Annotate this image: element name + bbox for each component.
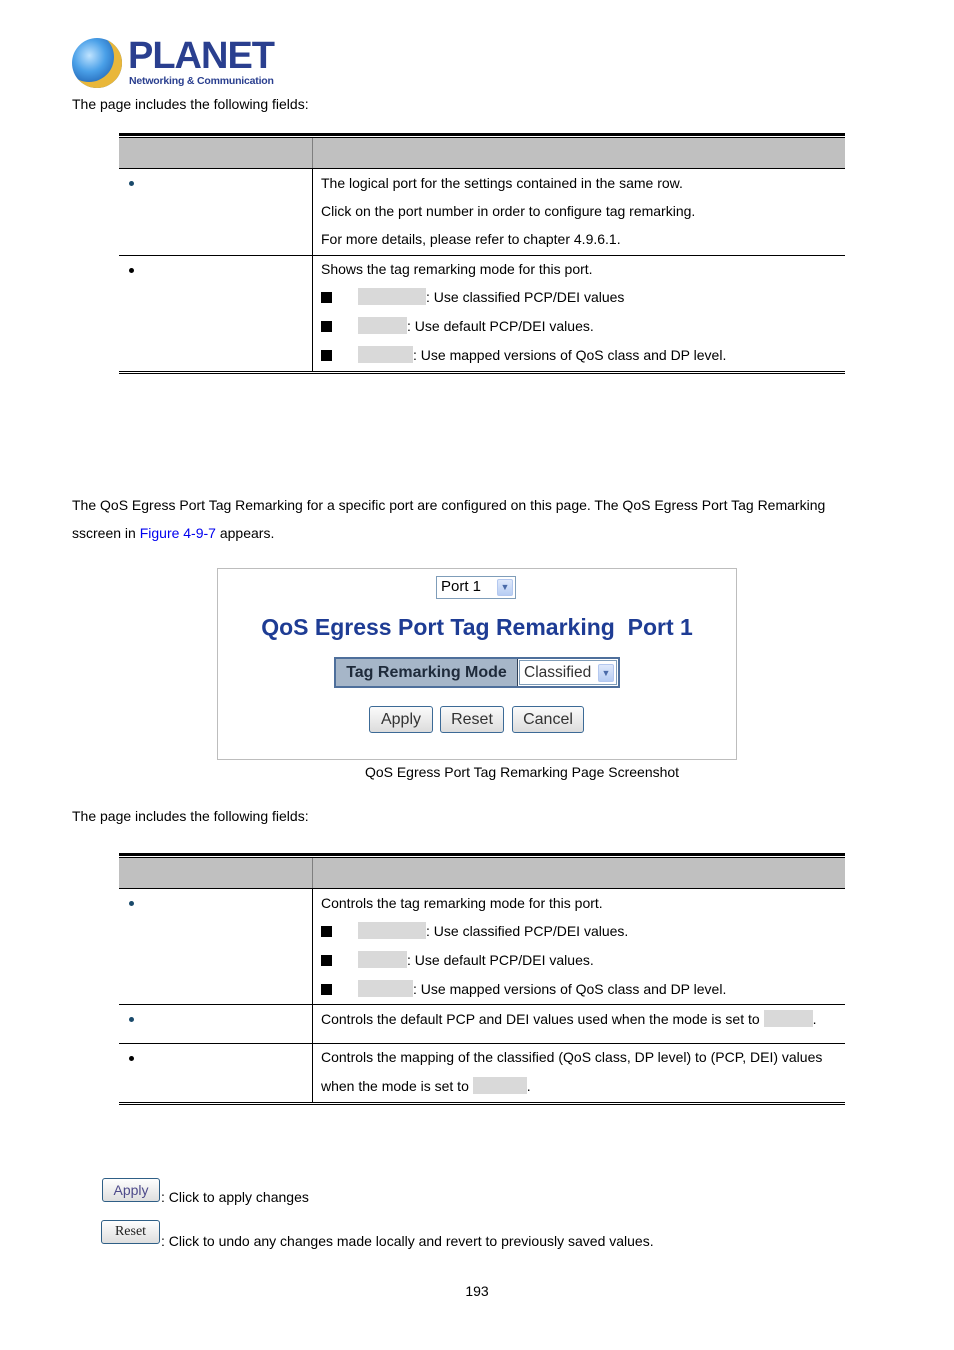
cancel-button[interactable]: Cancel (512, 706, 584, 733)
header-object (119, 138, 313, 168)
header-object (119, 858, 313, 888)
port-select[interactable]: Port 1 ▼ (436, 576, 516, 599)
option-name (358, 951, 407, 968)
desc-text: Controls the default PCP and DEI values … (321, 1011, 764, 1027)
square-bullet-icon (321, 926, 332, 937)
reset-button-sample[interactable]: Reset (101, 1220, 160, 1244)
tag-remarking-mode-row: Tag Remarking Mode Classified ▼ (334, 657, 620, 688)
square-bullet-icon (321, 955, 332, 966)
table-row: The logical port for the settings contai… (119, 168, 845, 255)
mode-select-value: Classified (524, 664, 592, 681)
description-text: sscreen in (72, 525, 140, 541)
square-bullet-icon (321, 984, 332, 995)
bullet-icon (129, 901, 134, 906)
bullet-icon (129, 1056, 134, 1061)
option-desc: : Use classified PCP/DEI values (426, 289, 625, 305)
tag-remarking-mode-label: Tag Remarking Mode (336, 659, 518, 686)
table-header (119, 857, 845, 888)
mode-name-placeholder (472, 1077, 527, 1094)
apply-help-text: : Click to apply changes (161, 1189, 309, 1205)
figure-link[interactable]: Figure 4-9-7 (140, 525, 216, 541)
fields-table-1: The logical port for the settings contai… (119, 133, 845, 375)
option-desc: : Use mapped versions of QoS class and D… (413, 347, 727, 363)
table-row: Controls the mapping of the classified (… (119, 1043, 845, 1102)
desc-line: The logical port for the settings contai… (321, 175, 683, 191)
reset-button[interactable]: Reset (440, 706, 504, 733)
description-line-1: The QoS Egress Port Tag Remarking for a … (72, 497, 826, 513)
option-name (358, 922, 426, 939)
apply-button[interactable]: Apply (369, 706, 433, 733)
desc-text: when the mode is set to (321, 1078, 473, 1094)
globe-icon (72, 38, 122, 88)
square-bullet-icon (321, 350, 332, 361)
desc-line: Controls the tag remarking mode for this… (321, 895, 603, 911)
chevron-down-icon[interactable]: ▼ (598, 664, 614, 682)
apply-button-sample[interactable]: Apply (102, 1178, 160, 1202)
bullet-icon (129, 1017, 134, 1022)
table-row: Controls the default PCP and DEI values … (119, 1004, 845, 1043)
tag-remarking-mode-select[interactable]: Classified ▼ (519, 660, 617, 685)
planet-logo: PLANET Networking & Communication (72, 35, 275, 90)
option-name (358, 346, 413, 363)
bullet-icon (129, 268, 134, 273)
chevron-down-icon[interactable]: ▼ (497, 579, 513, 596)
table-row: Shows the tag remarking mode for this po… (119, 255, 845, 371)
option-item: : Use mapped versions of QoS class and D… (321, 341, 845, 370)
desc-line: when the mode is set to . (321, 1072, 845, 1101)
option-desc: : Use classified PCP/DEI values. (426, 923, 629, 939)
option-name (358, 980, 413, 997)
desc-suffix: . (526, 1078, 531, 1094)
desc-line: Controls the default PCP and DEI values … (321, 1005, 845, 1034)
description-line-2: sscreen in Figure 4-9-7 appears. (72, 523, 274, 543)
option-item: : Use default PCP/DEI values. (321, 312, 845, 341)
fields-table-2: Controls the tag remarking mode for this… (119, 853, 845, 1106)
desc-line: Click on the port number in order to con… (321, 203, 696, 219)
square-bullet-icon (321, 321, 332, 332)
desc-line: Controls the mapping of the classified (… (321, 1049, 823, 1065)
option-item: : Use default PCP/DEI values. (321, 946, 845, 975)
logo-tagline: Networking & Communication (129, 75, 274, 87)
option-item: : Use classified PCP/DEI values. (321, 917, 845, 946)
option-desc: : Use mapped versions of QoS class and D… (413, 981, 727, 997)
port-select-value: Port 1 (441, 578, 482, 595)
desc-line: Shows the tag remarking mode for this po… (321, 261, 593, 277)
description-text: appears. (215, 525, 275, 541)
page-title: QoS Egress Port Tag Remarking Port 1 (261, 614, 693, 640)
option-name (358, 317, 407, 334)
option-desc: : Use default PCP/DEI values. (407, 318, 594, 334)
logo-brand: PLANET (128, 35, 275, 77)
option-name (358, 288, 426, 305)
reset-help-text: : Click to undo any changes made locally… (161, 1233, 654, 1249)
intro-text-1: The page includes the following fields: (72, 96, 309, 112)
bullet-icon (129, 181, 134, 186)
square-bullet-icon (321, 292, 332, 303)
option-item: : Use classified PCP/DEI values (321, 283, 845, 312)
table-row: Controls the tag remarking mode for this… (119, 888, 845, 1004)
mode-name-placeholder (763, 1010, 813, 1027)
desc-suffix: . (812, 1011, 817, 1027)
ui-screenshot: Port 1 ▼ QoS Egress Port Tag Remarking P… (217, 568, 737, 760)
intro-text-2: The page includes the following fields: (72, 808, 309, 824)
figure-caption: QoS Egress Port Tag Remarking Page Scree… (364, 764, 680, 780)
desc-line: For more details, please refer to chapte… (321, 231, 621, 247)
option-item: : Use mapped versions of QoS class and D… (321, 975, 845, 1003)
page-number: 193 (465, 1283, 489, 1299)
option-desc: : Use default PCP/DEI values. (407, 952, 594, 968)
table-header (119, 137, 845, 168)
